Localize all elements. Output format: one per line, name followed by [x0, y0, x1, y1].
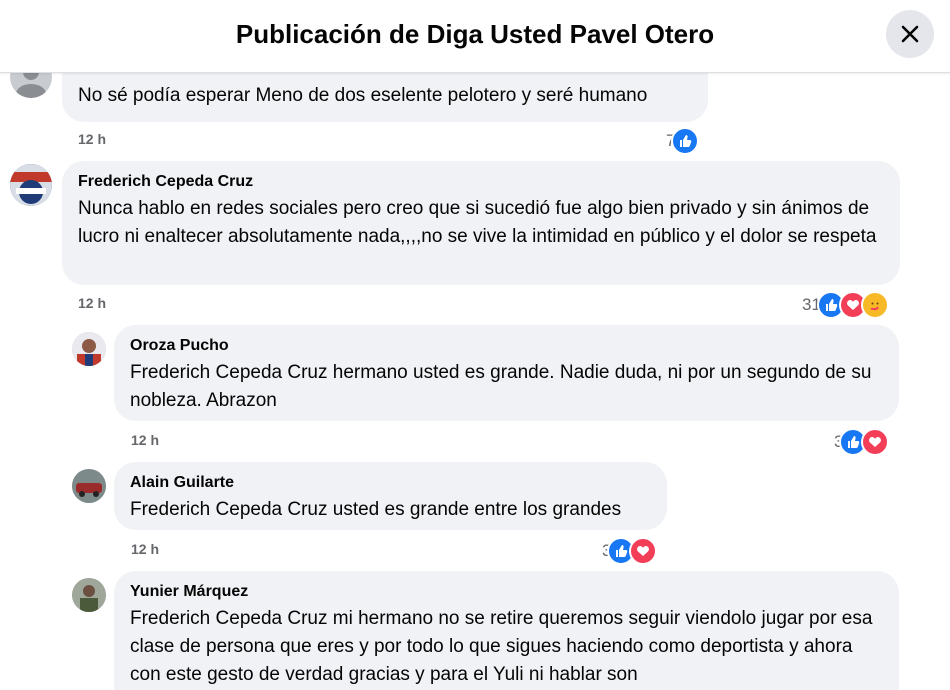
- comment-text: Frederich Cepeda Cruz mi hermano no se r…: [130, 608, 873, 685]
- comment-time[interactable]: 12 h: [78, 131, 106, 147]
- comment-time[interactable]: 12 h: [78, 295, 106, 311]
- comment-text: Frederich Cepeda Cruz usted es grande en…: [130, 499, 622, 520]
- comment-author[interactable]: Oroza Pucho: [130, 337, 883, 355]
- reaction-summary[interactable]: 3: [602, 537, 658, 565]
- care-icon: [860, 291, 889, 319]
- comments-panel: Isbel Pérez No sé podía esperar Meno de …: [0, 0, 950, 690]
- close-button[interactable]: [886, 10, 934, 58]
- love-icon: [629, 537, 658, 565]
- page-title: Publicación de Diga Usted Pavel Otero: [235, 19, 715, 49]
- reaction-summary[interactable]: 7: [666, 127, 700, 155]
- post-header: Publicación de Diga Usted Pavel Otero: [0, 0, 950, 73]
- comment-text: Nunca hablo en redes sociales pero creo …: [78, 198, 877, 247]
- comment-bubble: Alain Guilarte Frederich Cepeda Cruz ust…: [114, 462, 667, 530]
- comment-author[interactable]: Alain Guilarte: [130, 474, 651, 492]
- comment-text: Frederich Cepeda Cruz hermano usted es g…: [130, 362, 872, 411]
- user-photo-icon: [72, 469, 106, 503]
- like-icon: [671, 127, 700, 155]
- avatar[interactable]: [72, 469, 106, 503]
- comment-bubble: Yunier Márquez Frederich Cepeda Cruz mi …: [114, 571, 899, 690]
- comment-bubble: Oroza Pucho Frederich Cepeda Cruz herman…: [114, 325, 899, 421]
- comment-bubble: Frederich Cepeda Cruz Nunca hablo en red…: [62, 161, 900, 285]
- comment-time[interactable]: 12 h: [131, 541, 159, 557]
- user-photo-icon: [10, 164, 52, 206]
- avatar[interactable]: [72, 332, 106, 366]
- avatar[interactable]: [10, 164, 52, 206]
- avatar[interactable]: [72, 578, 106, 612]
- love-icon: [861, 428, 890, 456]
- user-photo-icon: [72, 332, 106, 366]
- comment-time[interactable]: 12 h: [131, 432, 159, 448]
- comment-author[interactable]: Yunier Márquez: [130, 583, 883, 601]
- reaction-summary[interactable]: 31: [802, 291, 889, 319]
- comment-author[interactable]: Frederich Cepeda Cruz: [78, 173, 884, 191]
- close-icon: [901, 25, 919, 43]
- user-photo-icon: [72, 578, 106, 612]
- reaction-summary[interactable]: 3: [834, 428, 890, 456]
- comment-text: No sé podía esperar Meno de dos eselente…: [78, 85, 648, 106]
